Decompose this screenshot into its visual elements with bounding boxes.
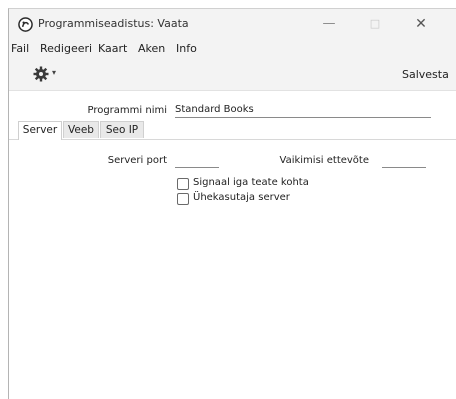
single-user-server-label: Ühekasutaja server	[193, 192, 290, 203]
close-button[interactable]: ✕	[403, 14, 439, 34]
menu-map[interactable]: Kaart	[98, 42, 127, 55]
program-name-label: Programmi nimi	[87, 105, 167, 116]
menu-info[interactable]: Info	[176, 42, 197, 55]
tab-bar: Server Veeb Seo IP	[9, 121, 456, 140]
window-title: Programmiseadistus: Vaata	[38, 17, 189, 30]
tab-server[interactable]: Server	[18, 121, 62, 140]
menu-edit[interactable]: Redigeeri	[40, 42, 92, 55]
toolbar: ▾ Salvesta	[9, 58, 456, 91]
default-company-field[interactable]	[382, 153, 426, 168]
server-port-field[interactable]	[175, 153, 219, 168]
menu-window[interactable]: Aken	[138, 42, 165, 55]
program-name-field[interactable]: Standard Books	[175, 103, 431, 118]
save-button[interactable]: Salvesta	[402, 68, 449, 81]
tab-seo-ip[interactable]: Seo IP	[100, 121, 144, 138]
title-bar[interactable]: Programmiseadistus: Vaata — □ ✕	[9, 9, 456, 39]
maximize-button[interactable]: □	[357, 14, 393, 34]
signal-each-message-checkbox[interactable]	[177, 178, 189, 190]
gear-icon[interactable]	[33, 66, 49, 82]
default-company-label: Vaikimisi ettevõte	[279, 155, 369, 166]
single-user-server-checkbox[interactable]	[177, 193, 189, 205]
app-logo-icon	[18, 17, 33, 32]
server-port-label: Serveri port	[107, 155, 167, 166]
menu-file[interactable]: Fail	[11, 42, 29, 55]
form-content: Programmi nimi Standard Books Server Vee…	[9, 91, 456, 399]
menu-bar: Fail Redigeeri Kaart Aken Info	[9, 39, 456, 58]
tab-web[interactable]: Veeb	[63, 121, 99, 138]
chevron-down-icon[interactable]: ▾	[52, 68, 56, 77]
signal-each-message-label: Signaal iga teate kohta	[193, 177, 309, 188]
app-window: Programmiseadistus: Vaata — □ ✕ Fail Red…	[8, 8, 456, 399]
minimize-button[interactable]: —	[311, 14, 347, 34]
